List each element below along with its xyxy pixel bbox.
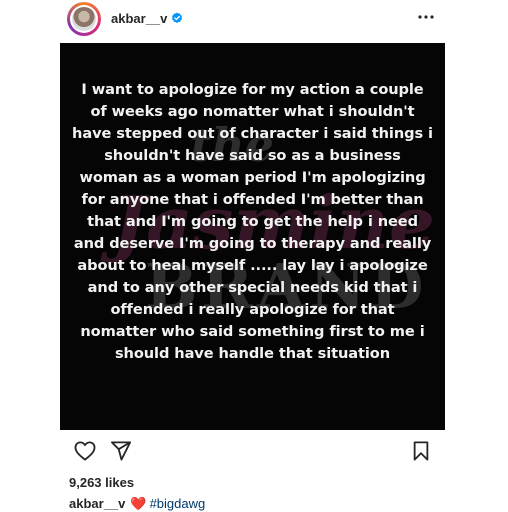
profile-photo (72, 7, 96, 31)
caption-username[interactable]: akbar__v (69, 496, 125, 511)
post-header: akbar__v (0, 0, 508, 40)
heart-emoji: ❤️ (130, 496, 147, 511)
post-text: I want to apologize for my action a coup… (72, 81, 433, 362)
more-horizontal-icon[interactable] (417, 8, 435, 26)
caption: akbar__v ❤️ #bigdawg (69, 496, 205, 512)
avatar[interactable] (67, 2, 101, 36)
post-image[interactable]: the Jasmine BRAND I want to apologize fo… (60, 43, 445, 430)
verified-badge-icon (172, 12, 182, 23)
username-link[interactable]: akbar__v (111, 11, 167, 26)
likes-count[interactable]: 9,263 likes (69, 475, 134, 490)
heart-outline-icon[interactable] (74, 441, 96, 461)
action-bar (0, 432, 508, 468)
bookmark-icon[interactable] (412, 441, 430, 461)
paper-plane-icon[interactable] (110, 441, 132, 461)
hashtag-link[interactable]: #bigdawg (150, 496, 206, 511)
